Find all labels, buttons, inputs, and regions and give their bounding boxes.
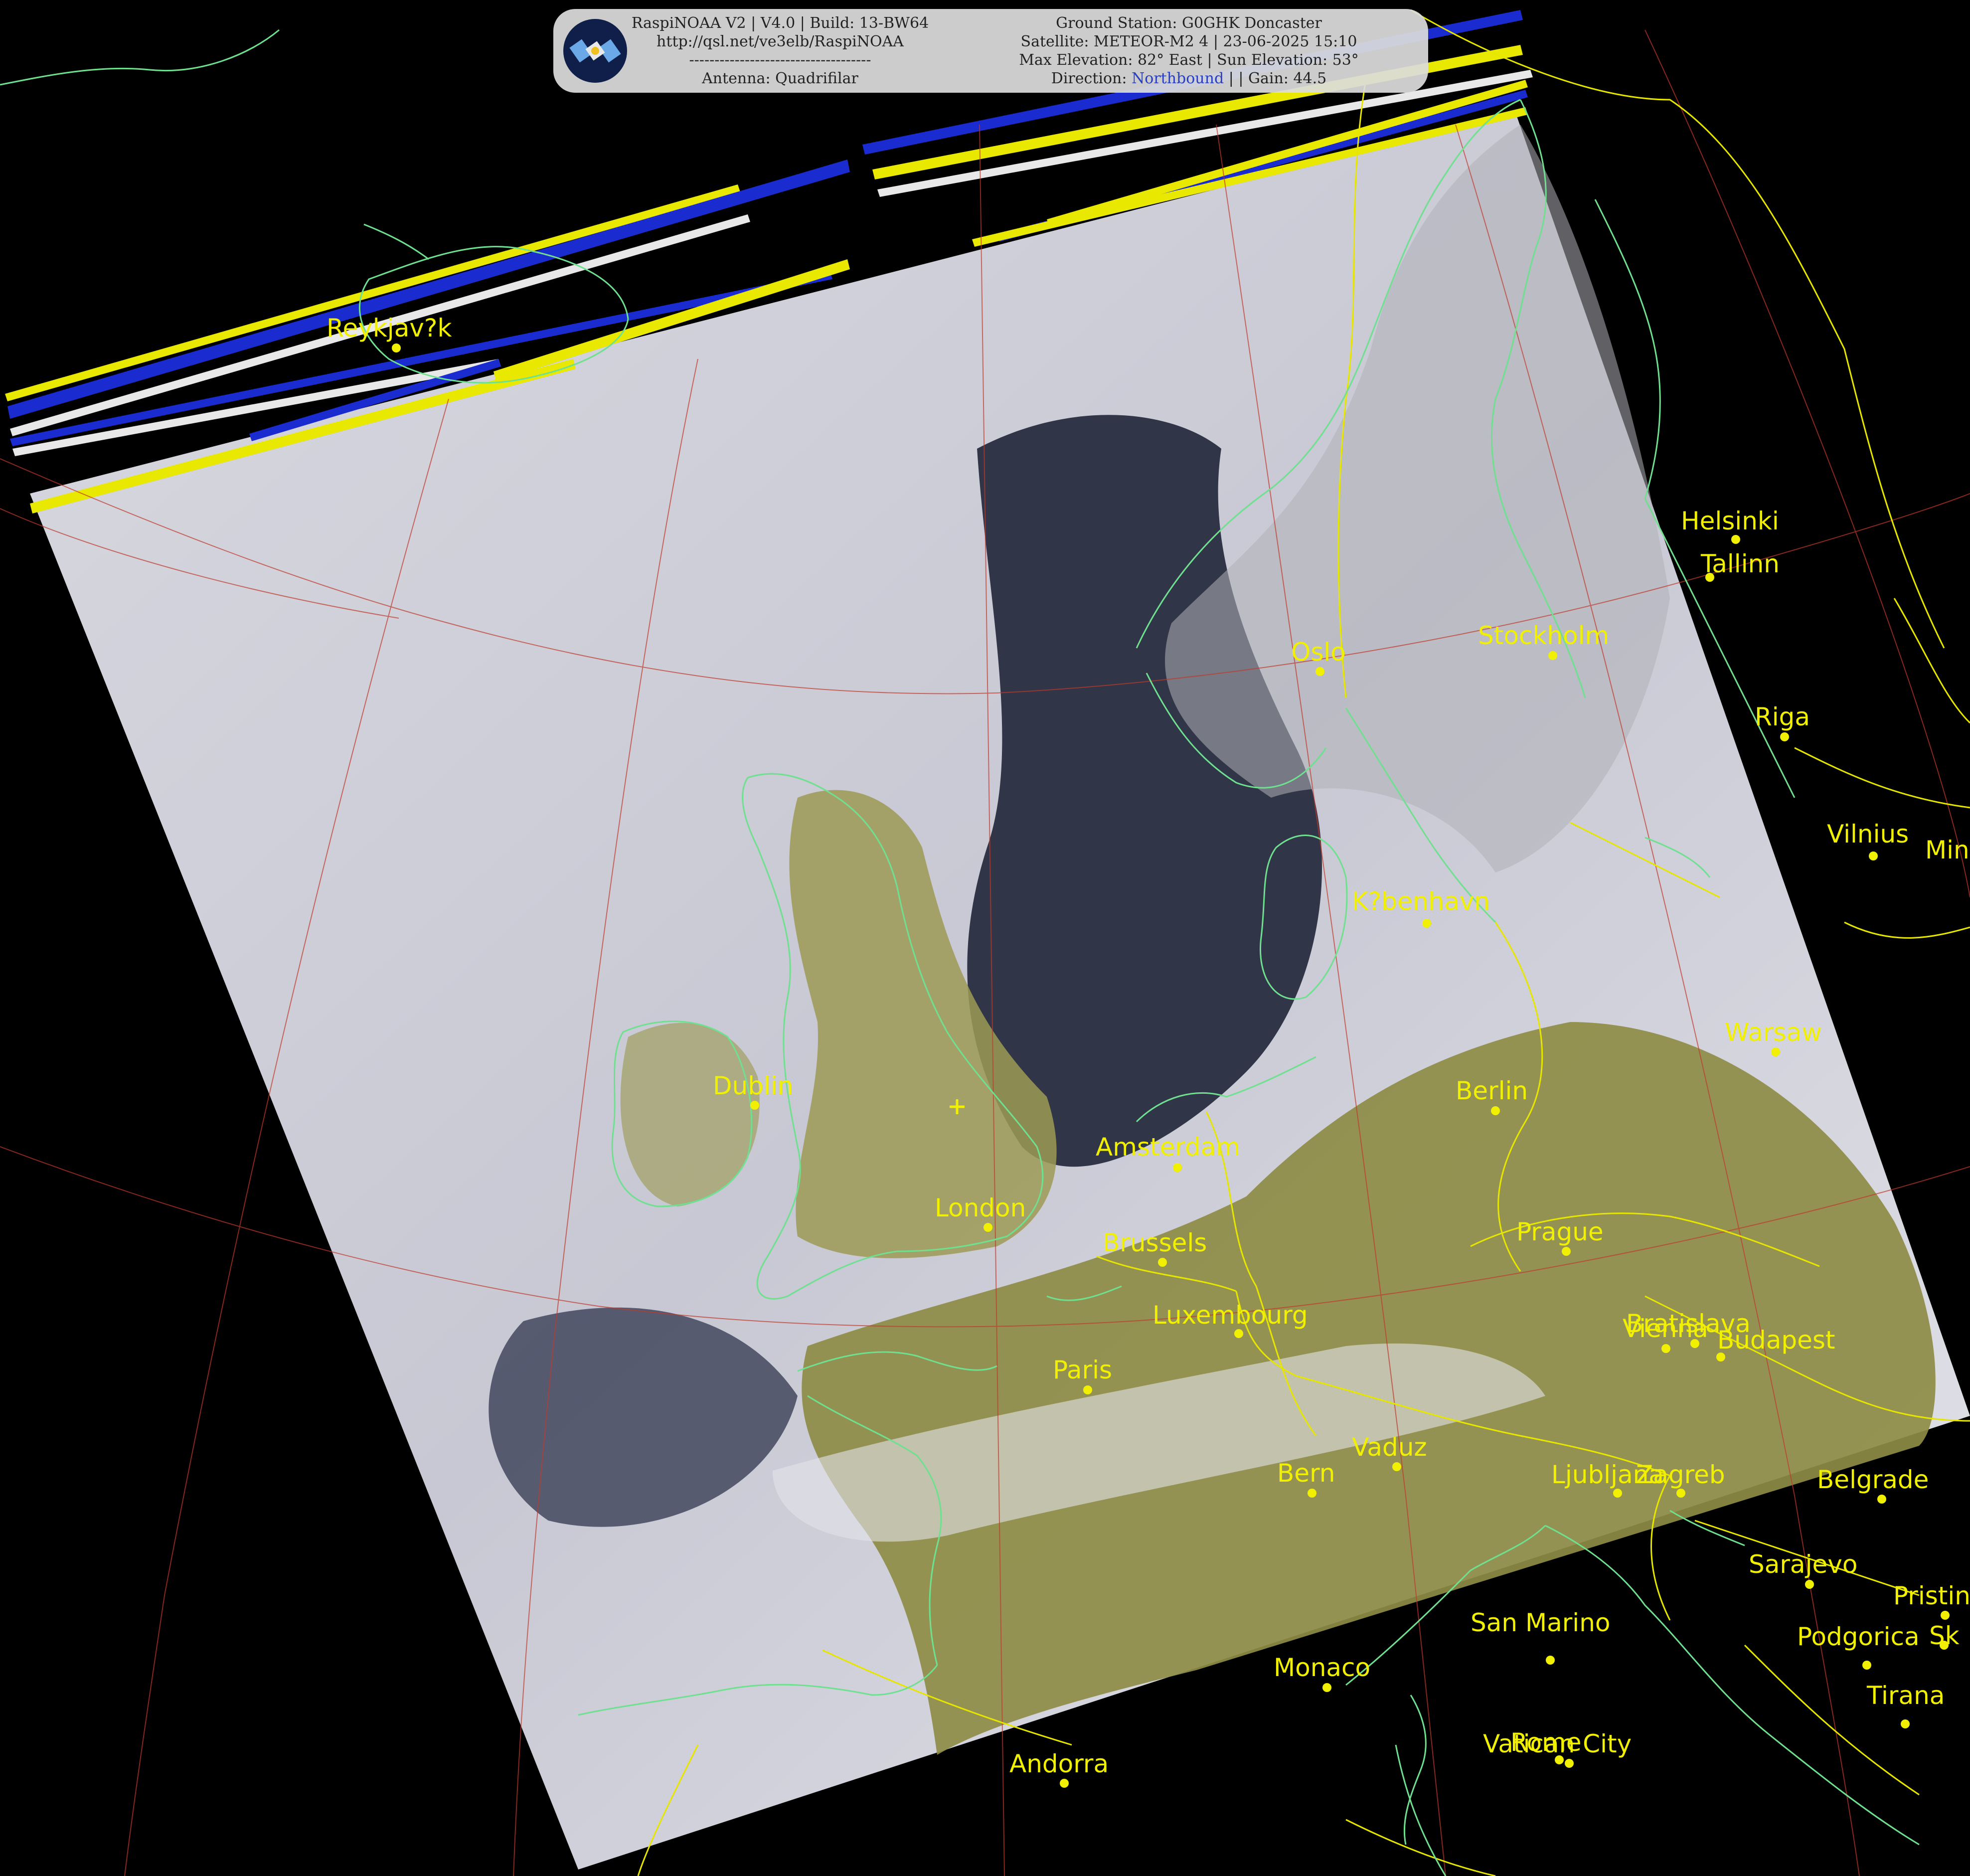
city-dot bbox=[1491, 1106, 1500, 1115]
city-dot bbox=[1562, 1247, 1571, 1256]
city-label: Andorra bbox=[1009, 1749, 1109, 1778]
city-dot bbox=[1941, 1611, 1950, 1620]
city-label: San Marino bbox=[1471, 1608, 1610, 1637]
city-label: Podgorica bbox=[1797, 1622, 1920, 1651]
city-label: Amsterdam bbox=[1096, 1133, 1240, 1162]
city-label: Min bbox=[1925, 836, 1970, 864]
city-label: Helsinki bbox=[1681, 507, 1779, 535]
satellite-info: Satellite: METEOR-M2 4 | 23-06-2025 15:1… bbox=[1020, 33, 1357, 50]
city-label: Berlin bbox=[1456, 1076, 1528, 1105]
city-dot bbox=[1083, 1385, 1092, 1394]
city-dot bbox=[1322, 1683, 1331, 1692]
city-label: Sk bbox=[1929, 1621, 1960, 1650]
satellite-map: Reykjav?k Helsinki Tallinn Oslo Stockhol… bbox=[0, 9, 1970, 1876]
city-dot bbox=[1060, 1779, 1069, 1788]
direction-gain: Direction: Northbound | | Gain: 44.5 bbox=[952, 69, 1426, 88]
city-label: Zagreb bbox=[1636, 1460, 1725, 1489]
city-label: Monaco bbox=[1274, 1653, 1370, 1682]
city-dot bbox=[1548, 651, 1557, 660]
city-label: Warsaw bbox=[1725, 1018, 1822, 1047]
city-label: Belgrade bbox=[1817, 1465, 1929, 1494]
city-dot bbox=[1234, 1329, 1243, 1338]
software-info: RaspiNOAA V2 | V4.0 | Build: 13-BW64 htt… bbox=[631, 14, 930, 88]
city-label: Rome bbox=[1510, 1728, 1582, 1757]
software-version: RaspiNOAA V2 | V4.0 | Build: 13-BW64 bbox=[631, 14, 929, 32]
antenna-info: Antenna: Quadrifilar bbox=[702, 70, 858, 87]
city-label: Sarajevo bbox=[1749, 1550, 1857, 1579]
city-label: Dublin bbox=[713, 1071, 793, 1100]
city-label: Vaduz bbox=[1352, 1433, 1427, 1462]
city-dot bbox=[750, 1101, 759, 1110]
satellite-image-viewer: Reykjav?k Helsinki Tallinn Oslo Stockhol… bbox=[0, 0, 1970, 1876]
city-dot bbox=[1173, 1163, 1182, 1172]
city-dot bbox=[1877, 1495, 1886, 1504]
city-dot bbox=[1661, 1344, 1670, 1353]
city-dot bbox=[1613, 1489, 1622, 1498]
city-dot bbox=[1422, 919, 1431, 928]
pass-details: Ground Station: G0GHK Doncaster Satellit… bbox=[952, 14, 1426, 88]
city-dot bbox=[1901, 1719, 1910, 1728]
city-dot bbox=[1392, 1462, 1401, 1471]
city-dot bbox=[1565, 1759, 1574, 1768]
city-dot bbox=[1676, 1489, 1685, 1498]
city-dot bbox=[1771, 1047, 1780, 1056]
city-dot bbox=[1546, 1656, 1555, 1665]
city-label: Oslo bbox=[1291, 638, 1346, 667]
city-label: Prague bbox=[1516, 1217, 1604, 1246]
gain-info: | | Gain: 44.5 bbox=[1224, 70, 1327, 87]
city-dot bbox=[1315, 667, 1324, 676]
city-label: Riga bbox=[1755, 702, 1810, 731]
city-label: Bern bbox=[1277, 1459, 1335, 1488]
city-label: Tirana bbox=[1866, 1681, 1945, 1710]
city-dot bbox=[1780, 732, 1789, 741]
city-label: Reykjav?k bbox=[327, 314, 452, 342]
city-label: London bbox=[935, 1194, 1026, 1222]
city-label: Brussels bbox=[1103, 1228, 1207, 1257]
city-label: K?benhavn bbox=[1352, 887, 1490, 916]
elevation-info: Max Elevation: 82° East | Sun Elevation:… bbox=[1019, 51, 1359, 69]
city-label: Vienna bbox=[1623, 1314, 1708, 1343]
city-label: Luxembourg bbox=[1152, 1301, 1308, 1330]
city-label: Stockholm bbox=[1478, 621, 1609, 650]
city-label: Tallinn bbox=[1700, 549, 1780, 578]
city-dot bbox=[392, 343, 401, 352]
city-dot bbox=[1158, 1258, 1167, 1267]
city-dot bbox=[1805, 1580, 1814, 1589]
direction-prefix: Direction: bbox=[1051, 70, 1132, 87]
city-dot bbox=[1869, 852, 1878, 860]
city-dot bbox=[1731, 535, 1740, 544]
ground-station: Ground Station: G0GHK Doncaster bbox=[1056, 14, 1322, 32]
city-dot bbox=[984, 1223, 992, 1232]
city-dot bbox=[1308, 1489, 1316, 1498]
city-label: Paris bbox=[1053, 1356, 1112, 1384]
city-dot bbox=[1862, 1661, 1871, 1670]
city-label: Vilnius bbox=[1827, 820, 1909, 849]
direction-word: Northbound bbox=[1132, 70, 1224, 87]
pass-info-banner: RaspiNOAA V2 | V4.0 | Build: 13-BW64 htt… bbox=[553, 9, 1428, 93]
project-url: http://qsl.net/ve3elb/RaspiNOAA bbox=[657, 33, 904, 50]
city-label: Pristin bbox=[1893, 1581, 1970, 1610]
city-label: Budapest bbox=[1717, 1326, 1835, 1355]
satellite-icon bbox=[563, 19, 627, 83]
separator-line: ------------------------------------ bbox=[689, 51, 871, 69]
